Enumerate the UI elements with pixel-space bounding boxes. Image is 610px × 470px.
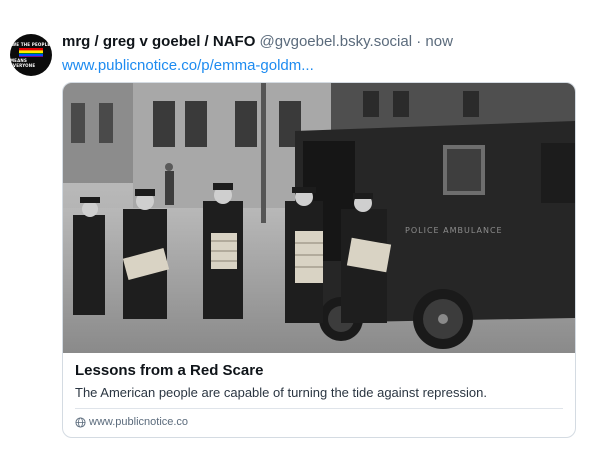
card-domain-row: www.publicnotice.co (75, 414, 188, 430)
link-card[interactable]: POLICE AMBULANCE Lessons from a Red Scar… (62, 82, 576, 438)
card-divider (75, 408, 563, 409)
card-domain: www.publicnotice.co (89, 416, 189, 428)
avatar-bottom-text: MEANS EVERYONE (10, 58, 36, 68)
author-handle[interactable]: @gvgoebel.bsky.social (260, 33, 413, 50)
post-timestamp[interactable]: now (425, 33, 453, 50)
avatar-top-text: WE THE PEOPLE (11, 42, 51, 47)
header-separator: · (416, 33, 422, 50)
card-image: POLICE AMBULANCE (63, 83, 575, 353)
avatar-flag (19, 48, 43, 57)
globe-icon (75, 416, 86, 428)
post-link[interactable]: www.publicnotice.co/p/emma-goldm... (62, 56, 314, 76)
card-description: The American people are capable of turni… (75, 385, 487, 400)
svg-text:POLICE AMBULANCE: POLICE AMBULANCE (405, 226, 503, 235)
author-display-name[interactable]: mrg / greg v goebel / NAFO (62, 33, 255, 50)
post: WE THE PEOPLE MEANS EVERYONE mrg / greg … (0, 0, 610, 470)
card-title: Lessons from a Red Scare (75, 362, 264, 379)
post-header: mrg / greg v goebel / NAFO @gvgoebel.bsk… (62, 32, 453, 52)
author-avatar[interactable]: WE THE PEOPLE MEANS EVERYONE (10, 34, 52, 76)
avatar-flag-stripe (19, 55, 43, 57)
